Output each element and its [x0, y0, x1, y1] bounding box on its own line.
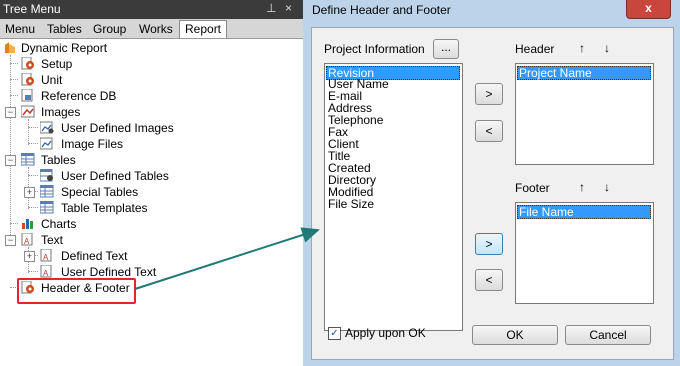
project-information-list[interactable]: Revision User Name E-mail Address Teleph… — [324, 63, 463, 331]
list-item[interactable]: Project Name — [517, 66, 651, 80]
tree-node-table-templates[interactable]: Table Templates — [0, 200, 200, 216]
svg-text:A: A — [43, 253, 49, 262]
tree-node-unit[interactable]: Unit — [0, 72, 200, 88]
project-information-label: Project Information — [324, 42, 425, 56]
images-icon — [20, 105, 35, 118]
tree-node-label: Defined Text — [61, 249, 128, 263]
tab-group[interactable]: Group — [93, 22, 126, 36]
gear-doc-icon — [21, 56, 35, 70]
tree-node-text[interactable]: − A Text — [0, 232, 200, 248]
user-image-icon — [39, 121, 54, 134]
dialog-close-button[interactable]: x — [626, 0, 671, 19]
dialog-body: Project Information ... Revision User Na… — [311, 27, 674, 360]
expand-icon[interactable]: + — [24, 251, 35, 262]
table-icon — [20, 152, 35, 166]
tree-node-tables[interactable]: − Tables — [0, 152, 200, 168]
text-doc-icon: A — [40, 248, 54, 262]
list-item[interactable]: File Size — [327, 198, 374, 210]
remove-from-footer-button[interactable]: < — [475, 269, 503, 291]
collapse-icon[interactable]: − — [5, 235, 16, 246]
tree-node-user-defined-tables[interactable]: User Defined Tables — [0, 168, 220, 184]
svg-text:A: A — [43, 269, 49, 278]
tree-menu-tabs: Menu Tables Group Works Report — [0, 19, 303, 39]
tree-node-charts[interactable]: Charts — [0, 216, 200, 232]
user-text-icon: A — [40, 264, 54, 278]
define-header-footer-dialog: Define Header and Footer x Project Infor… — [303, 0, 680, 366]
bar-chart-icon — [21, 217, 35, 230]
text-doc-icon: A — [21, 232, 35, 246]
add-to-header-button[interactable]: > — [475, 83, 503, 105]
tree-node-defined-text[interactable]: + A Defined Text — [0, 248, 200, 264]
expand-icon[interactable]: + — [24, 187, 35, 198]
move-down-icon[interactable]: ↓ — [604, 41, 610, 55]
tree-node-label: Charts — [41, 217, 77, 231]
footer-label: Footer — [515, 181, 550, 195]
tree-node-label: Reference DB — [41, 89, 117, 103]
remove-from-header-button[interactable]: < — [475, 120, 503, 142]
tree-menu-title: Tree Menu — [3, 2, 61, 16]
tree-node-label: Tables — [41, 153, 76, 167]
tab-tables[interactable]: Tables — [47, 22, 82, 36]
move-up-icon[interactable]: ↑ — [579, 180, 585, 194]
header-footer-highlight-box — [17, 278, 136, 304]
table-icon — [39, 184, 54, 198]
ok-button[interactable]: OK — [472, 325, 558, 345]
footer-list[interactable]: File Name — [515, 202, 654, 304]
close-icon[interactable]: × — [285, 1, 292, 15]
tree-node-label: Text — [41, 233, 64, 247]
browse-button[interactable]: ... — [433, 39, 459, 59]
move-up-icon[interactable]: ↑ — [579, 41, 585, 55]
tree-node-label: Table Templates — [61, 201, 148, 215]
tree-node-images[interactable]: − Images — [0, 104, 200, 120]
tree-node-reference-db[interactable]: Reference DB — [0, 88, 200, 104]
dialog-title: Define Header and Footer — [312, 3, 451, 17]
tree-node-label: User Defined Images — [61, 121, 174, 135]
tree-node-user-defined-images[interactable]: User Defined Images — [0, 120, 220, 136]
tree-node-setup[interactable]: Setup — [0, 56, 200, 72]
apply-upon-ok-checkbox[interactable]: ✓ — [328, 327, 341, 340]
report-tree: Dynamic Report Setup Unit Reference DB − — [0, 39, 303, 366]
tab-menu[interactable]: Menu — [5, 22, 35, 36]
collapse-icon[interactable]: − — [5, 155, 16, 166]
header-list[interactable]: Project Name — [515, 63, 654, 165]
list-item[interactable]: File Name — [517, 205, 651, 219]
tree-node-label: User Defined Tables — [61, 169, 169, 183]
add-to-footer-button[interactable]: > — [475, 233, 503, 255]
tree-node-dynamic-report[interactable]: Dynamic Report — [0, 40, 200, 56]
move-down-icon[interactable]: ↓ — [604, 180, 610, 194]
gear-doc-icon — [21, 72, 35, 86]
tree-node-image-files[interactable]: Image Files — [0, 136, 200, 152]
tree-node-label: Images — [41, 105, 81, 119]
pin-icon[interactable]: ⊥ — [266, 1, 276, 15]
tree-node-label: Setup — [41, 57, 73, 71]
collapse-icon[interactable]: − — [5, 107, 16, 118]
tree-node-special-tables[interactable]: + Special Tables — [0, 184, 200, 200]
tab-works[interactable]: Works — [139, 22, 173, 36]
tree-node-label: Unit — [41, 73, 63, 87]
tree-menu-titlebar: Tree Menu ⊥ × — [0, 0, 303, 19]
user-table-icon — [39, 168, 54, 182]
image-file-icon — [39, 137, 54, 150]
apply-upon-ok-label: Apply upon OK — [345, 326, 426, 340]
cancel-button[interactable]: Cancel — [565, 325, 651, 345]
table-template-icon — [39, 200, 54, 214]
tree-node-label: Image Files — [61, 137, 124, 151]
tree-node-label: Special Tables — [61, 185, 139, 199]
tree-node-label: Dynamic Report — [21, 41, 108, 55]
report-root-icon — [3, 41, 17, 54]
database-doc-icon — [21, 88, 35, 102]
tree-node-label: User Defined Text — [61, 265, 157, 279]
tree-menu-panel: Tree Menu ⊥ × Menu Tables Group Works Re… — [0, 0, 304, 366]
header-label: Header — [515, 42, 555, 56]
tab-report[interactable]: Report — [179, 20, 228, 38]
svg-text:A: A — [24, 237, 30, 246]
